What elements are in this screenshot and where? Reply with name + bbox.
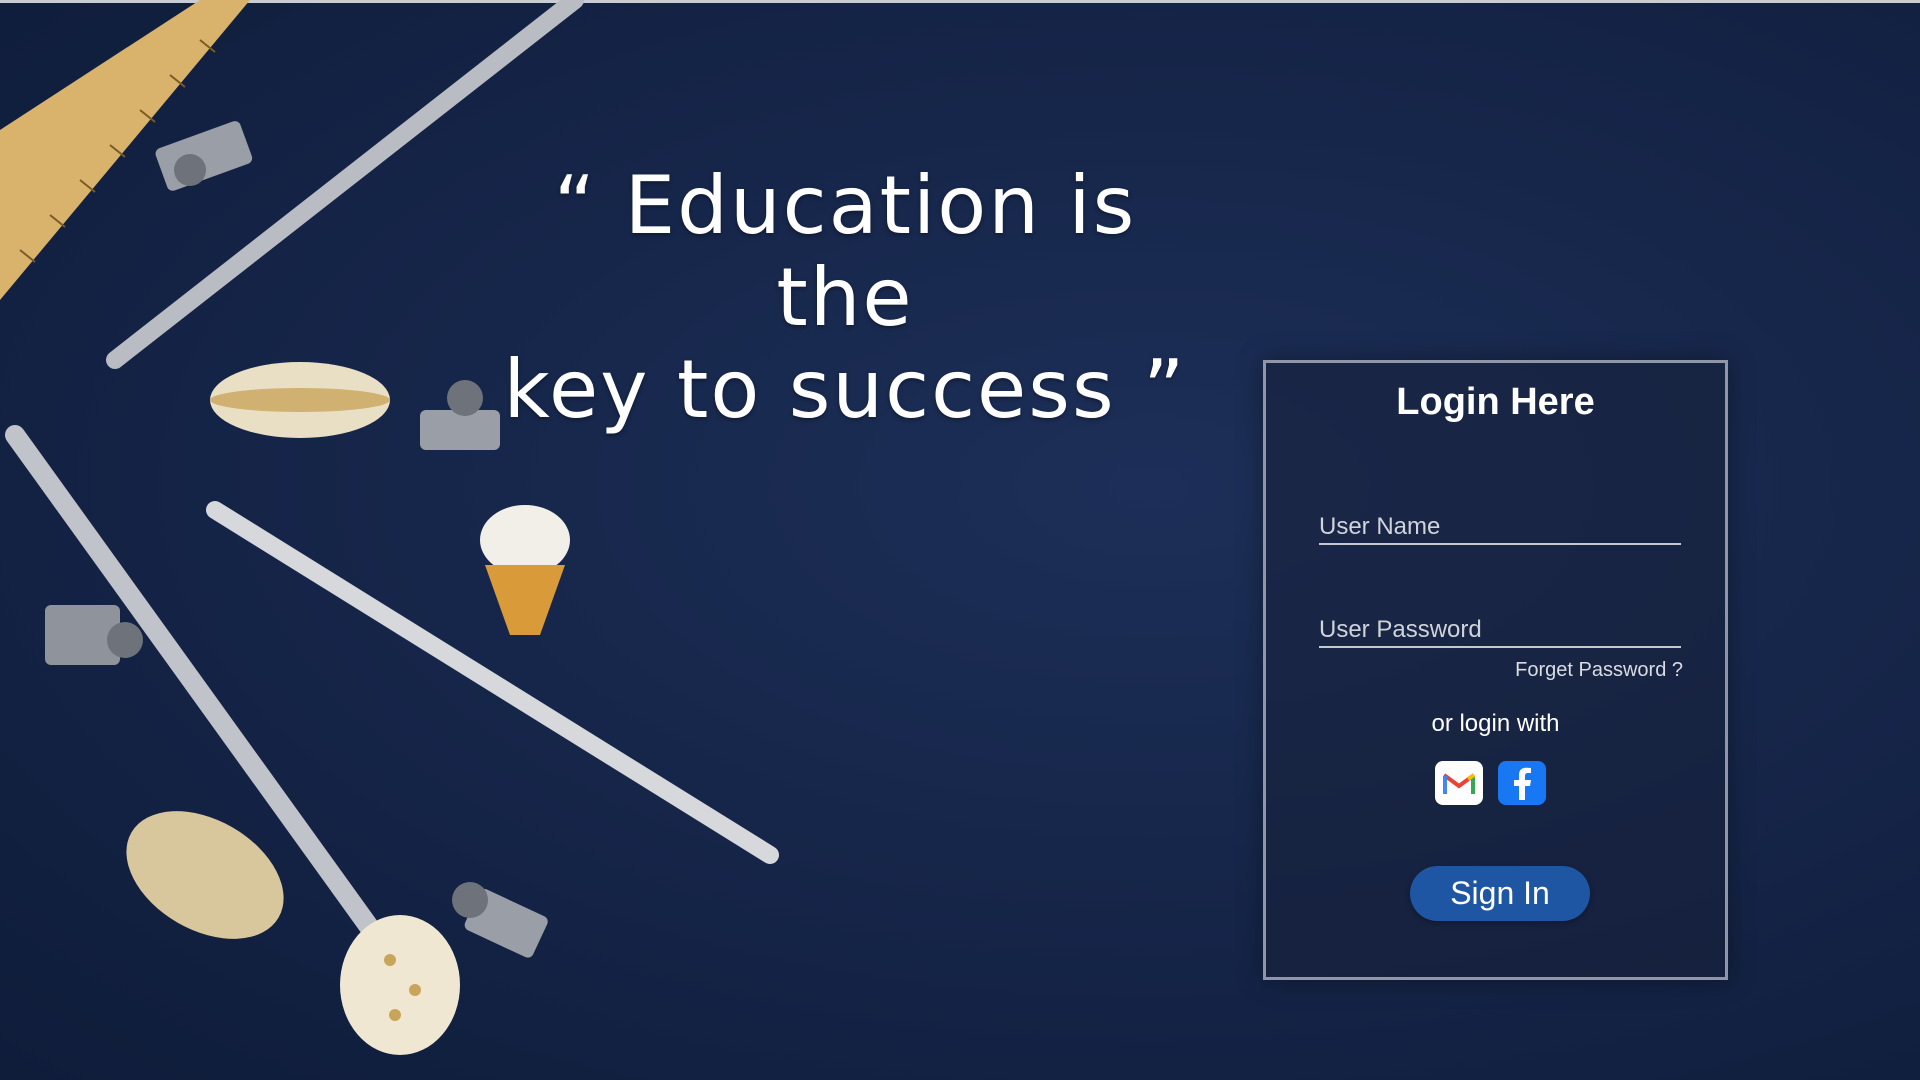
quote-line-1: “ Education is the: [553, 159, 1137, 344]
quote-line-2: key to success ”: [503, 343, 1187, 436]
login-title: Login Here: [1396, 381, 1595, 423]
login-panel: Login Here Forget Password ? or login wi…: [1263, 360, 1728, 980]
password-input[interactable]: [1319, 616, 1681, 646]
gmail-icon: [1442, 773, 1476, 794]
binder-clip-decoration: [420, 380, 500, 450]
username-field-wrapper: [1319, 513, 1681, 545]
hero-quote: “ Education is the key to success ”: [500, 160, 1190, 436]
ice-cream-eraser-decoration: [480, 505, 570, 635]
washi-tape-decoration: [340, 915, 460, 1055]
facebook-login-button[interactable]: [1498, 761, 1546, 805]
binder-clip-decoration: [45, 605, 143, 665]
washi-tape-decoration: [210, 362, 390, 438]
password-field-wrapper: [1319, 616, 1681, 648]
binder-clip-decoration: [155, 121, 253, 191]
sign-in-button[interactable]: Sign In: [1410, 866, 1590, 921]
alt-login-label: or login with: [1431, 710, 1560, 737]
gmail-login-button[interactable]: [1435, 761, 1483, 805]
forgot-password-link[interactable]: Forget Password ?: [1515, 659, 1683, 682]
facebook-icon: [1514, 767, 1531, 800]
username-input[interactable]: [1319, 513, 1681, 543]
binder-clip-decoration: [452, 882, 548, 958]
